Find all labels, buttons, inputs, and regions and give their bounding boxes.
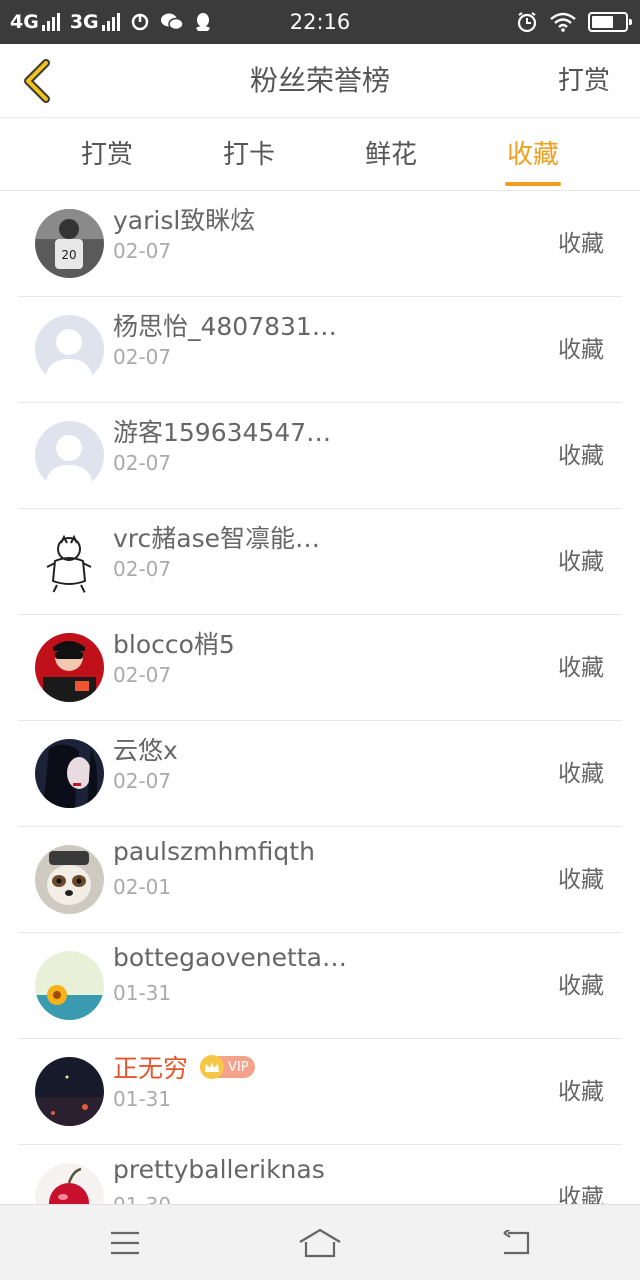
- avatar[interactable]: [35, 527, 104, 596]
- list-item[interactable]: 云悠x 02-07 收藏: [18, 721, 622, 827]
- item-date: 02-07: [113, 557, 172, 581]
- avatar[interactable]: [35, 315, 104, 384]
- user-name: vrc赭ase智凛能…: [113, 524, 320, 553]
- avatar[interactable]: 20: [35, 209, 104, 278]
- list-item[interactable]: bottegaovenetta… 01-31 收藏: [18, 933, 622, 1039]
- tab-reward[interactable]: 打赏: [36, 118, 178, 190]
- avatar[interactable]: [35, 739, 104, 808]
- item-date: 02-01: [113, 875, 172, 899]
- menu-button[interactable]: [103, 1223, 147, 1263]
- item-date: 02-07: [113, 345, 172, 369]
- title-bar: 粉丝荣誉榜 打赏: [0, 44, 640, 118]
- item-action-label: 收藏: [558, 867, 604, 893]
- vip-label: VIP: [228, 1059, 249, 1075]
- list-item[interactable]: blocco梢5 02-07 收藏: [18, 615, 622, 721]
- list-item[interactable]: 游客159634547… 02-07 收藏: [18, 403, 622, 509]
- avatar[interactable]: [35, 633, 104, 702]
- list-item[interactable]: vrc赭ase智凛能… 02-07 收藏: [18, 509, 622, 615]
- user-name: 游客159634547…: [113, 418, 332, 447]
- wifi-icon: [550, 12, 576, 32]
- system-nav-bar: [0, 1204, 640, 1280]
- item-action-label: 收藏: [558, 231, 604, 257]
- list-item[interactable]: 20 yarisl致眯炫 02-07 收藏: [18, 191, 622, 297]
- crown-icon: [200, 1055, 225, 1079]
- user-name: 云悠x: [113, 736, 178, 765]
- menu-icon: [111, 1231, 139, 1255]
- fan-list[interactable]: 20 yarisl致眯炫 02-07 收藏 杨思怡_4807831… 02-07…: [0, 191, 640, 1204]
- back-nav-button[interactable]: [493, 1223, 537, 1263]
- page-title: 粉丝荣誉榜: [249, 64, 390, 97]
- active-tab-indicator: [505, 182, 561, 186]
- item-action-label: 收藏: [558, 1185, 604, 1204]
- user-name: blocco梢5: [113, 630, 235, 659]
- reward-button[interactable]: 打赏: [558, 44, 610, 118]
- list-item[interactable]: 杨思怡_4807831… 02-07 收藏: [18, 297, 622, 403]
- list-item[interactable]: 正无穷 VIP 01-31 收藏: [18, 1039, 622, 1145]
- avatar[interactable]: [35, 1163, 104, 1204]
- item-date: 02-07: [113, 239, 172, 263]
- avatar[interactable]: [35, 1057, 104, 1126]
- item-date: 02-07: [113, 769, 172, 793]
- avatar[interactable]: [35, 421, 104, 490]
- alarm-icon: [517, 12, 537, 33]
- tab-flowers[interactable]: 鲜花: [320, 118, 462, 190]
- battery-icon: [588, 12, 632, 32]
- item-date: 01-31: [113, 1087, 172, 1111]
- tab-bar: 打赏 打卡 鲜花 收藏: [0, 118, 640, 191]
- tab-checkin[interactable]: 打卡: [178, 118, 320, 190]
- list-item[interactable]: paulszmhmfiqth 02-01 收藏: [18, 827, 622, 933]
- tab-label: 收藏: [506, 140, 559, 170]
- item-date: 01-30: [113, 1193, 171, 1204]
- user-name: prettyballeriknas: [113, 1155, 325, 1184]
- item-action-label: 收藏: [558, 549, 604, 575]
- item-action-label: 收藏: [558, 761, 604, 787]
- tab-label: 打赏: [80, 140, 133, 170]
- tab-label: 打卡: [222, 140, 275, 170]
- list-item[interactable]: prettyballeriknas 01-30 收藏: [18, 1145, 622, 1204]
- status-bar: 4G 3G 22:16: [0, 0, 640, 44]
- item-action-label: 收藏: [558, 337, 604, 363]
- item-date: 01-31: [113, 981, 172, 1005]
- svg-text:20: 20: [61, 248, 76, 262]
- user-name-text: 正无穷: [113, 1054, 189, 1083]
- vip-badge: VIP: [200, 1055, 255, 1079]
- user-name: paulszmhmfiqth: [113, 837, 315, 866]
- avatar[interactable]: [35, 951, 104, 1020]
- avatar[interactable]: [35, 845, 104, 914]
- user-name: 正无穷 VIP: [113, 1049, 255, 1085]
- item-action-label: 收藏: [558, 973, 604, 999]
- tab-label: 鲜花: [364, 140, 417, 170]
- tab-favorites[interactable]: 收藏: [462, 118, 604, 190]
- back-arrow-icon: [503, 1230, 530, 1255]
- user-name: bottegaovenetta…: [113, 943, 347, 972]
- home-button[interactable]: [298, 1223, 342, 1263]
- home-icon: [299, 1228, 341, 1258]
- status-bar-right: [516, 0, 632, 44]
- item-date: 02-07: [113, 663, 172, 687]
- item-date: 02-07: [113, 451, 172, 475]
- user-name: 杨思怡_4807831…: [113, 312, 337, 341]
- user-name: yarisl致眯炫: [113, 206, 256, 235]
- item-action-label: 收藏: [558, 443, 604, 469]
- item-action-label: 收藏: [558, 1079, 604, 1105]
- item-action-label: 收藏: [558, 655, 604, 681]
